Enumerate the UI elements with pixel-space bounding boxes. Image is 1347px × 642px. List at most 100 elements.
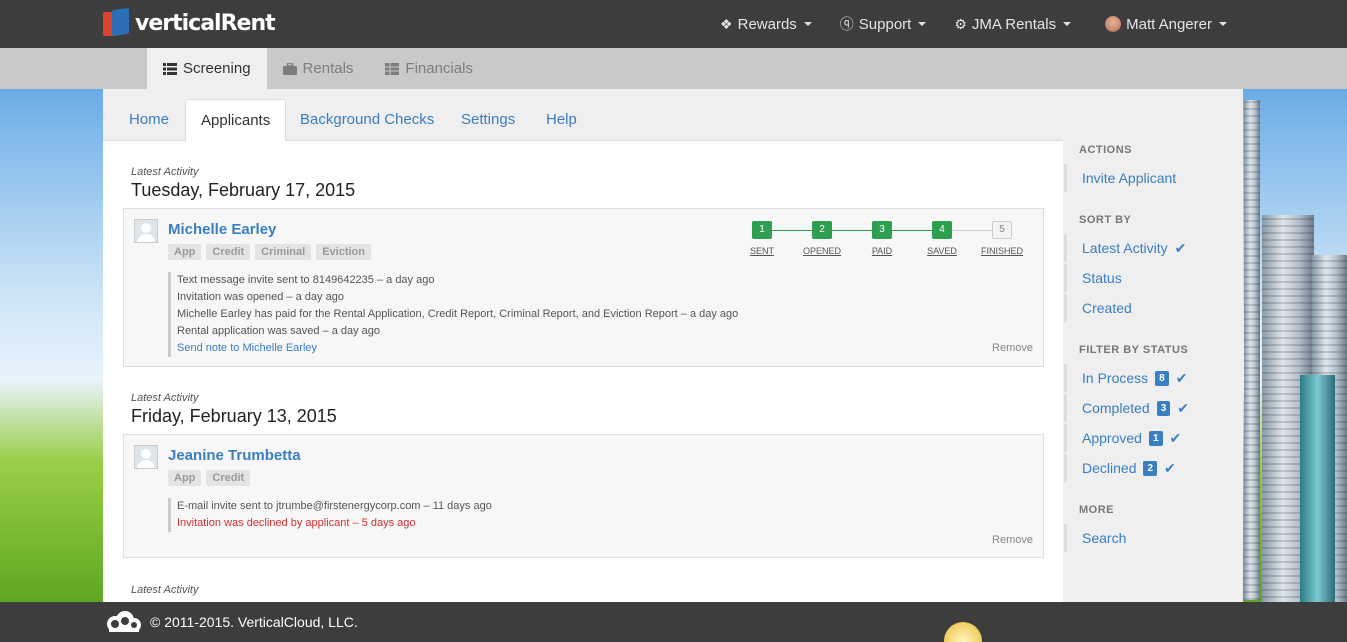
brand-name: verticalRent [135,10,276,36]
log-entry: Rental application was saved – a day ago [168,323,738,340]
send-note-link[interactable]: Send note to Michelle Earley [177,342,317,354]
briefcase-icon [282,62,297,75]
copyright-text: © 2011-2015. VerticalCloud, LLC. [150,614,358,630]
caret-down-icon [803,22,812,26]
log-entry: E-mail invite sent to jtrumbe@firstenerg… [168,498,492,515]
filter-heading: FILTER BY STATUS [1079,344,1189,356]
caret-down-icon [1063,22,1072,26]
sidebar: ACTIONS Invite Applicant SORT BY Latest … [1063,89,1243,602]
section-date: Tuesday, February 17, 2015 [131,180,356,200]
filter-approved[interactable]: Approved 1 ✔ [1064,424,1234,452]
main-panel: Home Applicants Background Checks Settin… [103,89,1063,602]
count-badge: 1 [1148,430,1163,446]
badge-eviction: Eviction [316,244,371,260]
tab-applicants[interactable]: Applicants [185,99,287,142]
actions-heading: ACTIONS [1079,144,1132,156]
remove-link[interactable]: Remove [992,534,1033,546]
module-tab-label: Financials [405,60,473,77]
badge-app: App [168,244,202,260]
activity-log: Text message invite sent to 8149642235 –… [168,272,738,357]
progress-step-label[interactable]: SENT [732,246,792,256]
section-date: Friday, February 13, 2015 [131,406,337,426]
badge-credit: Credit [206,470,251,486]
log-entry: Invitation was opened – a day ago [168,289,738,306]
rewards-label: Rewards [737,15,797,33]
filter-label: Declined [1082,460,1137,476]
check-icon: ✔ [1175,370,1188,386]
filter-completed[interactable]: Completed 3 ✔ [1064,394,1234,422]
check-icon: ✔ [1177,400,1189,416]
progress-step: 1 [752,221,772,239]
screening-subtabs: Home Applicants Background Checks Settin… [103,89,1063,142]
module-navbar: Screening Rentals Financials [0,48,1347,89]
module-tab-rentals[interactable]: Rentals [267,48,370,89]
progress-step: 2 [812,221,832,239]
table-icon [385,62,400,75]
support-menu[interactable]: ⓠ Support [840,14,927,34]
sort-status[interactable]: Status [1064,264,1234,292]
building-image [1300,375,1335,605]
filter-declined[interactable]: Declined 2 ✔ [1064,454,1234,482]
report-badges: App Credit [168,470,251,486]
log-entry: Send note to Michelle Earley [168,340,738,357]
more-heading: MORE [1079,504,1114,516]
module-tab-home[interactable] [103,48,147,89]
brand-logo[interactable]: verticalRent [103,7,276,38]
check-icon: ✔ [1174,240,1187,256]
sort-label: Status [1082,270,1122,286]
module-tab-label: Rentals [302,60,354,77]
applicant-name-link[interactable]: Jeanine Trumbetta [168,447,301,464]
activity-log: E-mail invite sent to jtrumbe@firstenerg… [168,498,492,532]
module-tab-financials[interactable]: Financials [369,48,489,89]
support-label: Support [858,15,912,33]
filter-label: Approved [1082,430,1142,446]
gift-icon: ❖ [720,15,733,32]
check-icon: ✔ [1169,430,1182,446]
rewards-menu[interactable]: ❖ Rewards [720,16,812,33]
invite-label: Invite Applicant [1082,170,1177,186]
tab-home[interactable]: Home [114,99,184,142]
tab-background-checks[interactable]: Background Checks [285,99,449,142]
count-badge: 8 [1155,370,1169,386]
list-icon [163,62,177,75]
module-tab-label: Screening [183,60,251,77]
sort-label: Latest Activity [1082,240,1168,256]
applicant-name-link[interactable]: Michelle Earley [168,221,276,238]
tab-settings[interactable]: Settings [446,99,530,142]
section-label: Latest Activity [131,584,199,596]
applicant-card: Michelle Earley App Credit Criminal Evic… [123,208,1044,367]
report-badges: App Credit Criminal Eviction [168,244,371,260]
gear-icon: ⚙ [954,15,967,32]
account-label: Matt Angerer [1126,15,1212,33]
log-entry: Text message invite sent to 8149642235 –… [168,272,738,289]
search-link[interactable]: Search [1064,524,1234,552]
progress-step: 4 [932,221,952,239]
progress-step-label[interactable]: OPENED [792,246,852,256]
section-label: Latest Activity [131,166,199,178]
building-image [1244,100,1260,600]
progress-step-label[interactable]: SAVED [912,246,972,256]
tab-help[interactable]: Help [531,99,592,142]
filter-in-process[interactable]: In Process 8 ✔ [1064,364,1234,392]
badge-credit: Credit [206,244,251,260]
sort-label: Created [1082,300,1132,316]
caret-down-icon [918,22,927,26]
progress-step-label[interactable]: PAID [852,246,912,256]
filter-label: Completed [1082,400,1150,416]
section-label: Latest Activity [131,392,199,404]
module-tab-screening[interactable]: Screening [147,48,267,89]
progress-step-label[interactable]: FINISHED [972,246,1032,256]
footer: © 2011-2015. VerticalCloud, LLC. [0,602,1347,642]
question-circle-icon: ⓠ [839,16,854,32]
applicant-card: Jeanine Trumbetta App Credit E-mail invi… [123,434,1044,558]
remove-link[interactable]: Remove [992,342,1033,354]
top-navbar: verticalRent ❖ Rewards ⓠ Support ⚙ JMA R… [0,0,1347,48]
caret-down-icon [1219,22,1227,26]
sort-latest-activity[interactable]: Latest Activity ✔ [1064,234,1234,262]
company-menu[interactable]: ⚙ JMA Rentals [954,15,1072,33]
account-menu[interactable]: Matt Angerer [1105,16,1227,33]
search-label: Search [1082,530,1127,546]
sort-created[interactable]: Created [1064,294,1234,322]
sort-heading: SORT BY [1079,214,1132,226]
invite-applicant-link[interactable]: Invite Applicant [1064,164,1234,192]
